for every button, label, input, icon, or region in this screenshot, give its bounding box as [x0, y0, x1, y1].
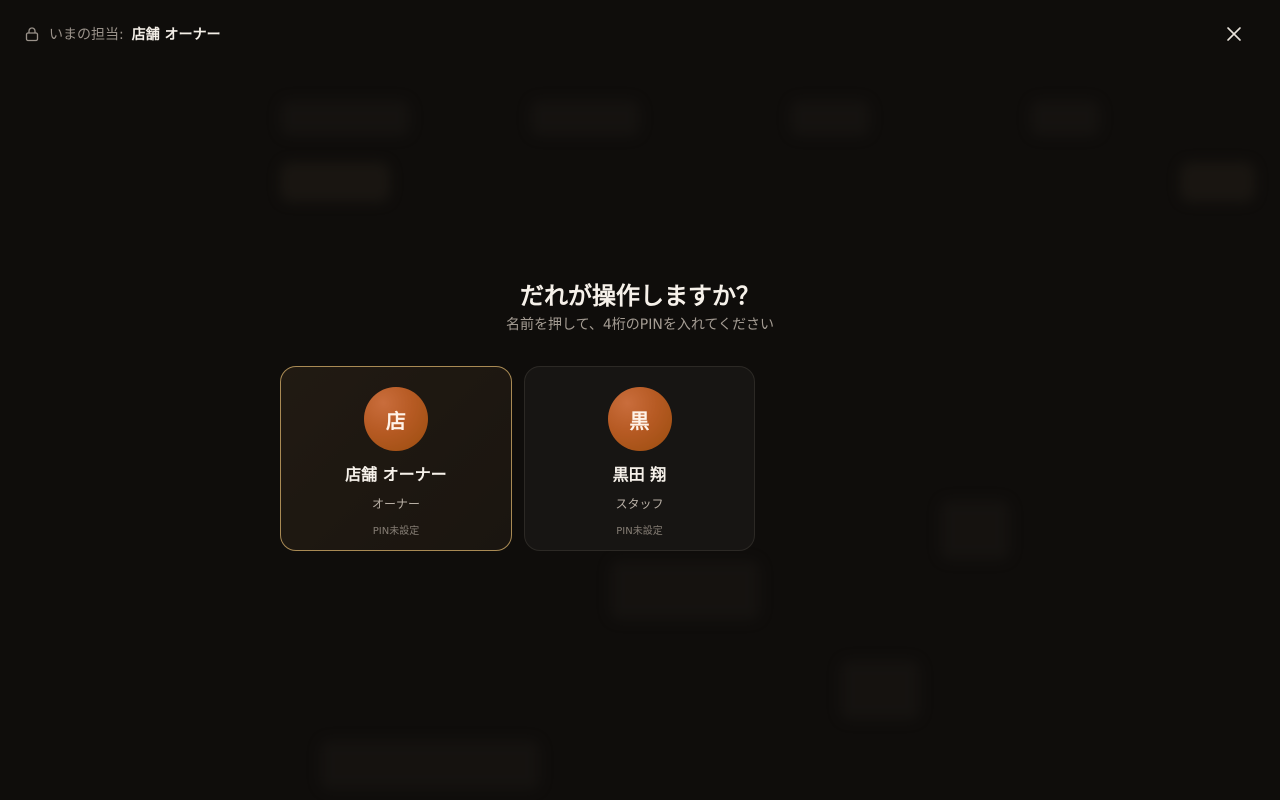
lock-icon [24, 26, 40, 42]
user-card-owner[interactable]: 店 店舗 オーナー オーナー PIN未設定 [280, 366, 512, 551]
pin-status: PIN未設定 [616, 526, 663, 537]
avatar: 店 [364, 387, 428, 451]
close-icon [1227, 27, 1241, 41]
current-operator-name: 店舗 オーナー [131, 27, 221, 43]
user-role: スタッフ [615, 497, 664, 511]
close-button[interactable] [1224, 24, 1244, 44]
top-bar: いまの担当: 店舗 オーナー [0, 0, 1280, 68]
page-subtitle: 名前を押して、4桁のPINを入れてください [506, 317, 774, 333]
pin-status: PIN未設定 [372, 526, 420, 537]
user-card-staff[interactable]: 黒 黒田 翔 スタッフ PIN未設定 [524, 366, 755, 551]
user-name: 店舗 オーナー [345, 465, 447, 484]
avatar: 黒 [607, 387, 672, 451]
user-card-list: 店 店舗 オーナー オーナー PIN未設定 黒 黒田 翔 スタッフ PIN未設定 [280, 366, 755, 551]
current-operator-label: いまの担当: [49, 27, 124, 43]
user-name: 黒田 翔 [612, 465, 667, 484]
page-title: だれが操作しますか？ [520, 282, 760, 310]
user-role: オーナー [371, 497, 420, 511]
